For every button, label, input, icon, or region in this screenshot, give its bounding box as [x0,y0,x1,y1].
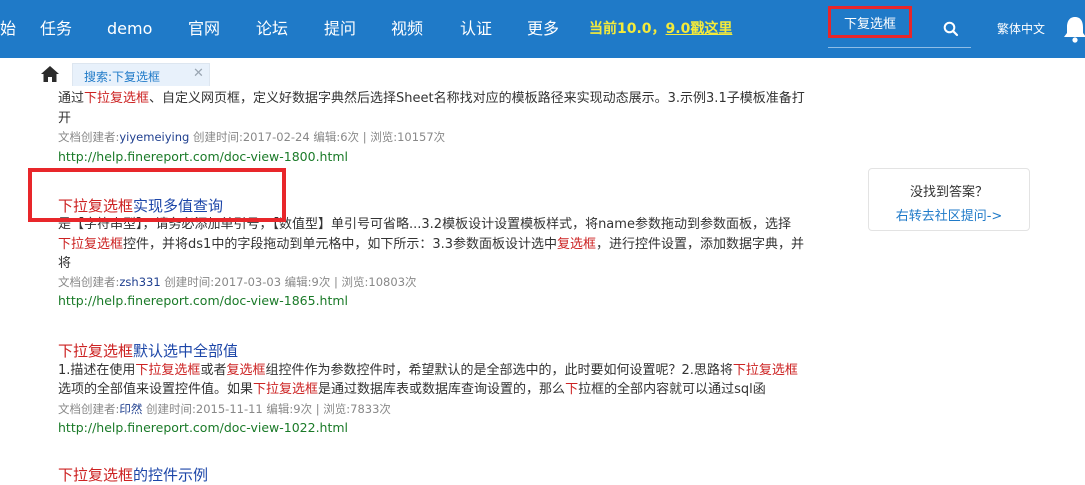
language-switch[interactable]: 繁体中文 [997,0,1045,58]
tab-search-label: 搜索:下复选框 [84,70,161,84]
text-segment: 的控件示例 [133,466,209,484]
highlight-term: 下拉 [58,342,89,360]
nav-item-ask[interactable]: 提问 [324,0,356,58]
nav-item-video[interactable]: 视频 [391,0,423,58]
version-promo: 当前10.0，9.0戳这里 [589,0,732,58]
nav-item-more[interactable]: 更多 [527,0,559,58]
meta-info: 创建时间:2017-03-03 编辑:9次 | 浏览:10803次 [160,275,417,289]
text-segment: 开 [58,111,72,126]
result-3-title[interactable]: 下拉复选框默认选中全部值 [58,340,238,361]
highlight-term: 复选框 [557,237,597,252]
result-1-meta: 文档创建者:yiyemeiying 创建时间:2017-02-24 编辑:6次 … [58,129,445,145]
result-2-url[interactable]: http://help.finereport.com/doc-view-1865… [58,293,348,308]
meta-label: 文档创建者: [58,275,120,289]
meta-info: 创建时间:2015-11-11 编辑:9次 | 浏览:7833次 [142,402,391,416]
meta-info: 创建时间:2017-02-24 编辑:6次 | 浏览:10157次 [189,130,446,144]
result-4-title[interactable]: 下拉复选框的控件示例 [58,464,208,485]
search-icon[interactable] [942,20,960,38]
result-3-snippet-line-2: 选项的全部值来设置控件值。如果下拉复选框是通过数据库表或数据库查询设置的，那么下… [58,379,766,400]
tab-search[interactable]: 搜索:下复选框 ✕ [72,63,210,86]
highlight-term: 下拉 [135,363,162,378]
top-nav: 始 任务 demo 官网 论坛 提问 视频 认证 更多 当前10.0，9.0戳这… [0,0,1085,58]
help-question: 没找到答案？ [909,185,988,200]
home-icon[interactable] [40,65,60,83]
result-1-url[interactable]: http://help.finereport.com/doc-view-1800… [58,149,348,164]
highlight-term: 下 [565,382,579,397]
nav-item-official[interactable]: 官网 [188,0,220,58]
text-segment: 或者 [200,363,227,378]
highlight-term: 下拉 [253,382,280,397]
result-3-snippet-line-1: 1.描述在使用下拉复选框或者复选框组控件作为参数控件时，希望默认的是全部选中的，… [58,360,798,381]
highlight-term: 复选框 [226,363,266,378]
meta-label: 文档创建者: [58,402,120,416]
help-card: 没找到答案？ 右转去社区提问-> [868,168,1030,231]
text-segment: 将 [58,256,72,271]
result-1-author[interactable]: yiyemeiying [119,130,189,144]
text-segment: 默认选中全部值 [133,342,239,360]
text-segment: 、自定义网页框，定义好数据字典然后选择Sheet名称找对应的模板路径来实现动态展… [149,91,805,106]
text-segment: ，进行控件设置，添加数据字典，并 [596,237,805,252]
highlight-term: 下拉 [58,466,89,484]
highlight-term: 复选框 [88,342,134,360]
text-segment: 通过 [58,91,85,106]
text-segment: 1.描述在使用 [58,363,136,378]
text-segment: 拉框的全部内容就可以通过sql函 [578,382,766,397]
nav-item-cert[interactable]: 认证 [460,0,492,58]
result-3-url[interactable]: http://help.finereport.com/doc-view-1022… [58,420,348,435]
result-2-snippet-line-2: 下拉复选框控件，并将ds1中的字段拖动到单元格中，如下所示：3.3参数面板设计选… [58,234,804,255]
text-segment: 控件，并将ds1中的字段拖动到单元格中，如下所示：3.3参数面板设计选中 [123,237,558,252]
text-segment: 是通过数据库表或数据库查询设置的，那么 [318,382,566,397]
result-2-author[interactable]: zsh331 [119,275,160,289]
search-underline [828,47,971,48]
highlight-term: 下拉 [84,91,111,106]
result-3-author[interactable]: 印然 [119,402,142,416]
bell-icon[interactable] [1062,14,1085,44]
highlight-term: 复选框 [110,91,150,106]
meta-label: 文档创建者: [58,130,120,144]
highlight-term: 复选框 [88,466,134,484]
highlight-term: 下拉 [58,237,85,252]
highlight-term: 下拉 [732,363,759,378]
highlight-term: 复选框 [161,363,201,378]
close-icon[interactable]: ✕ [193,66,204,81]
nav-item-cut[interactable]: 始 [0,0,16,58]
highlight-term: 复选框 [758,363,798,378]
result-2-snippet-line-3: 将 [58,253,71,274]
highlight-term: 复选框 [279,382,319,397]
result-1-snippet-line-1: 通过下拉复选框、自定义网页框，定义好数据字典然后选择Sheet名称找对应的模板路… [58,88,805,109]
search-input[interactable]: 下复选框 [828,6,912,38]
version-promo-link[interactable]: 9.0戳这里 [666,21,733,37]
result-3-meta: 文档创建者:印然 创建时间:2015-11-11 编辑:9次 | 浏览:7833… [58,401,391,417]
nav-item-task[interactable]: 任务 [40,0,72,58]
highlight-annotation [28,168,286,222]
result-1-snippet-line-2: 开 [58,108,71,129]
nav-item-forum[interactable]: 论坛 [256,0,288,58]
highlight-term: 复选框 [84,237,124,252]
text-segment: 选项的全部值来设置控件值。如果 [58,382,254,397]
nav-item-demo[interactable]: demo [107,0,152,58]
text-segment: 组控件作为参数控件时，希望默认的是全部选中的，此时要如何设置呢？2.思路将 [265,363,733,378]
community-ask-link[interactable]: 右转去社区提问-> [869,205,1029,224]
version-promo-text: 当前10.0， [589,21,666,37]
result-2-meta: 文档创建者:zsh331 创建时间:2017-03-03 编辑:9次 | 浏览:… [58,274,417,290]
tab-bar: 搜索:下复选框 ✕ [0,58,1085,88]
